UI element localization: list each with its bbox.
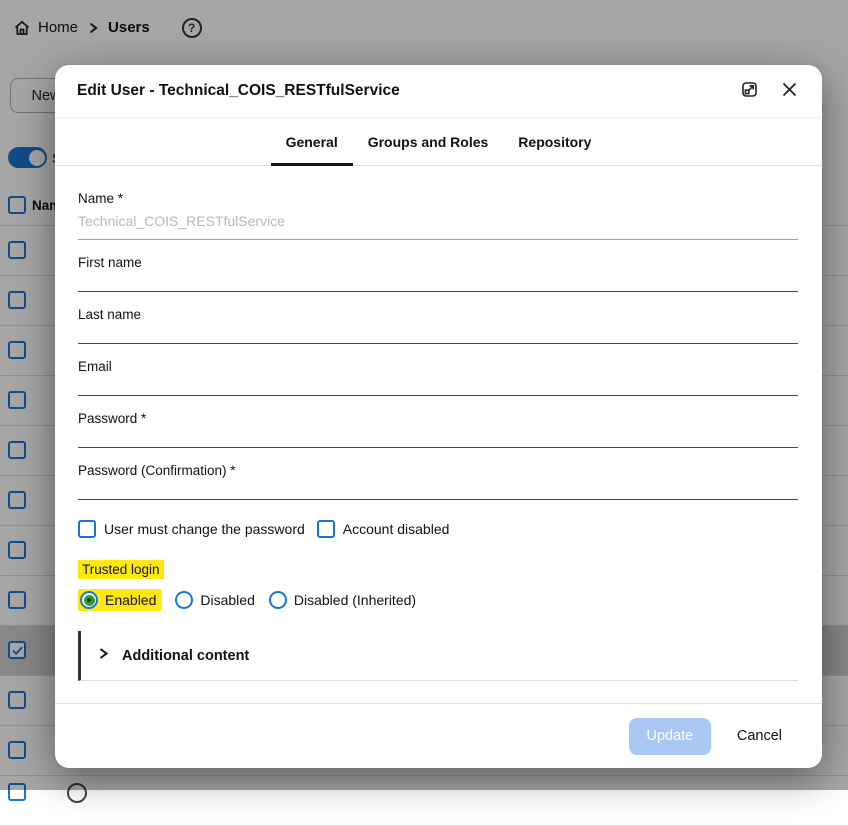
expand-icon xyxy=(740,80,759,102)
disabled-inherited-radio[interactable] xyxy=(269,591,287,609)
last-name-input[interactable] xyxy=(78,343,798,344)
first-name-field: First name xyxy=(78,256,798,292)
account-disabled-option: Account disabled xyxy=(317,520,450,538)
tab-repository[interactable]: Repository xyxy=(503,118,606,165)
enabled-label: Enabled xyxy=(105,592,156,608)
dialog-title: Edit User - Technical_COIS_RESTfulServic… xyxy=(77,82,740,100)
account-options: User must change the password Account di… xyxy=(78,520,798,538)
close-icon xyxy=(781,81,798,101)
password-input[interactable] xyxy=(78,447,798,448)
tab-general[interactable]: General xyxy=(271,118,353,165)
last-name-label: Last name xyxy=(78,308,798,322)
dialog-footer: Update Cancel xyxy=(55,703,822,768)
trusted-login-radio-group: Enabled Disabled Disabled (Inherited) xyxy=(78,589,798,611)
name-input[interactable] xyxy=(78,239,798,240)
must-change-password-checkbox[interactable] xyxy=(78,520,96,538)
expand-dialog-button[interactable] xyxy=(740,80,759,102)
cancel-button[interactable]: Cancel xyxy=(731,727,788,745)
additional-content-expander[interactable]: Additional content xyxy=(78,631,798,681)
email-field: Email xyxy=(78,360,798,396)
first-name-label: First name xyxy=(78,256,798,270)
account-disabled-label: Account disabled xyxy=(343,521,450,537)
trusted-login-label: Trusted login xyxy=(78,560,164,579)
close-dialog-button[interactable] xyxy=(781,81,798,101)
disabled-radio[interactable] xyxy=(175,591,193,609)
password-confirmation-label: Password (Confirmation) * xyxy=(78,464,798,478)
first-name-input[interactable] xyxy=(78,291,798,292)
password-field: Password * xyxy=(78,412,798,448)
account-disabled-checkbox[interactable] xyxy=(317,520,335,538)
email-input[interactable] xyxy=(78,395,798,396)
must-change-password-option: User must change the password xyxy=(78,520,305,538)
name-label: Name * xyxy=(78,192,798,206)
disabled-label: Disabled xyxy=(200,592,254,608)
name-value: Technical_COIS_RESTfulService xyxy=(78,213,798,230)
update-button[interactable]: Update xyxy=(629,718,711,755)
trusted-login-disabled-option: Disabled xyxy=(175,591,254,609)
trusted-login-enabled-option: Enabled xyxy=(78,589,161,611)
email-label: Email xyxy=(78,360,798,374)
password-confirmation-field: Password (Confirmation) * xyxy=(78,464,798,500)
last-name-field: Last name xyxy=(78,308,798,344)
additional-content-label: Additional content xyxy=(122,648,249,664)
must-change-password-label: User must change the password xyxy=(104,521,305,537)
disabled-inherited-label: Disabled (Inherited) xyxy=(294,592,416,608)
edit-user-dialog: Edit User - Technical_COIS_RESTfulServic… xyxy=(55,65,822,768)
password-label: Password * xyxy=(78,412,798,426)
name-field: Name * Technical_COIS_RESTfulService xyxy=(78,192,798,240)
dialog-tabs: General Groups and Roles Repository xyxy=(55,118,822,166)
tab-groups-and-roles[interactable]: Groups and Roles xyxy=(353,118,504,165)
dialog-header: Edit User - Technical_COIS_RESTfulServic… xyxy=(55,65,822,118)
chevron-right-icon xyxy=(96,646,110,666)
password-confirmation-input[interactable] xyxy=(78,499,798,500)
trusted-login-disabled-inherited-option: Disabled (Inherited) xyxy=(269,591,416,609)
dialog-body: Name * Technical_COIS_RESTfulService Fir… xyxy=(55,166,822,703)
enabled-radio[interactable] xyxy=(80,591,98,609)
